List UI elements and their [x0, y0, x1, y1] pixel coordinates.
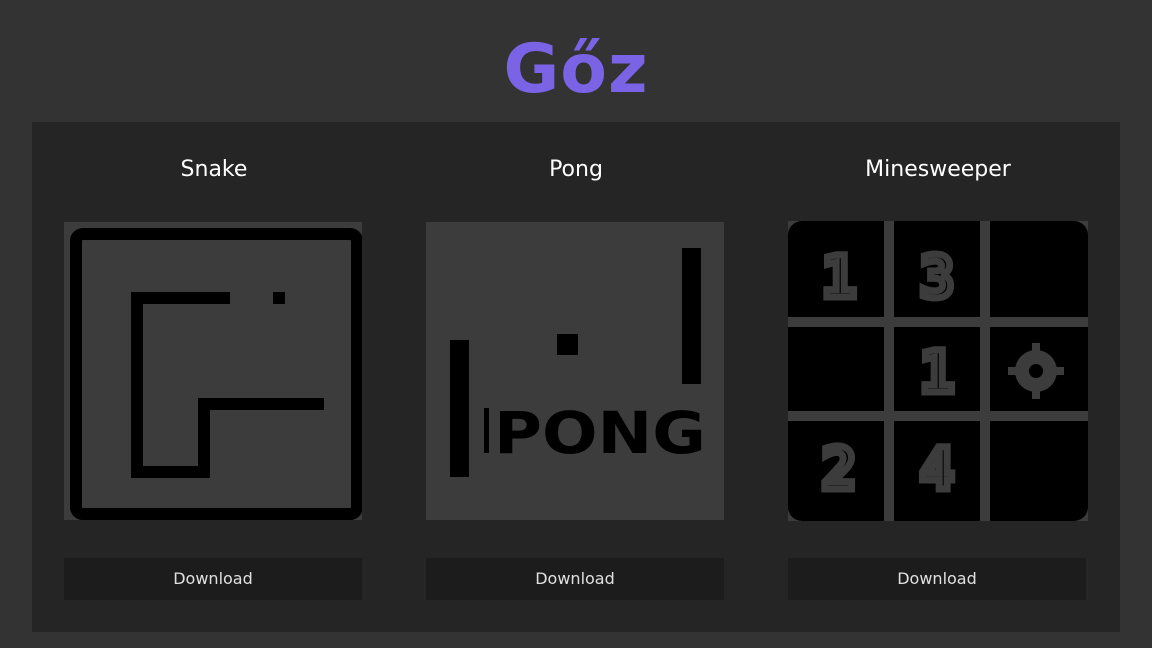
download-button-pong[interactable]: Download — [426, 558, 724, 600]
download-button-minesweeper[interactable]: Download — [788, 558, 1086, 600]
site-title: Gőz — [503, 30, 649, 109]
game-card-minesweeper: Minesweeper 1 3 1 2 4 Download — [788, 122, 1088, 632]
snake-game-icon[interactable] — [64, 222, 362, 520]
minesweeper-cell-8: 4 — [920, 435, 955, 503]
games-panel: Snake Download Pong PONG Download Minesw… — [32, 122, 1120, 632]
game-title-pong: Pong — [549, 157, 603, 182]
download-button-snake[interactable]: Download — [64, 558, 362, 600]
game-title-snake: Snake — [180, 157, 248, 182]
minesweeper-cell-7: 2 — [822, 435, 857, 503]
game-card-snake: Snake Download — [64, 122, 364, 632]
game-title-minesweeper: Minesweeper — [865, 157, 1011, 182]
game-card-pong: Pong PONG Download — [426, 122, 726, 632]
minesweeper-cell-2: 3 — [920, 243, 955, 311]
minesweeper-game-icon[interactable]: 1 3 1 2 4 — [788, 221, 1088, 521]
minesweeper-cell-5: 1 — [920, 338, 955, 406]
page: Gőz Snake Download Pong PONG Download Mi… — [0, 0, 1152, 648]
minesweeper-cell-1: 1 — [822, 243, 857, 311]
pong-wordmark: PONG — [494, 399, 706, 467]
pong-game-icon[interactable]: PONG — [426, 222, 724, 520]
